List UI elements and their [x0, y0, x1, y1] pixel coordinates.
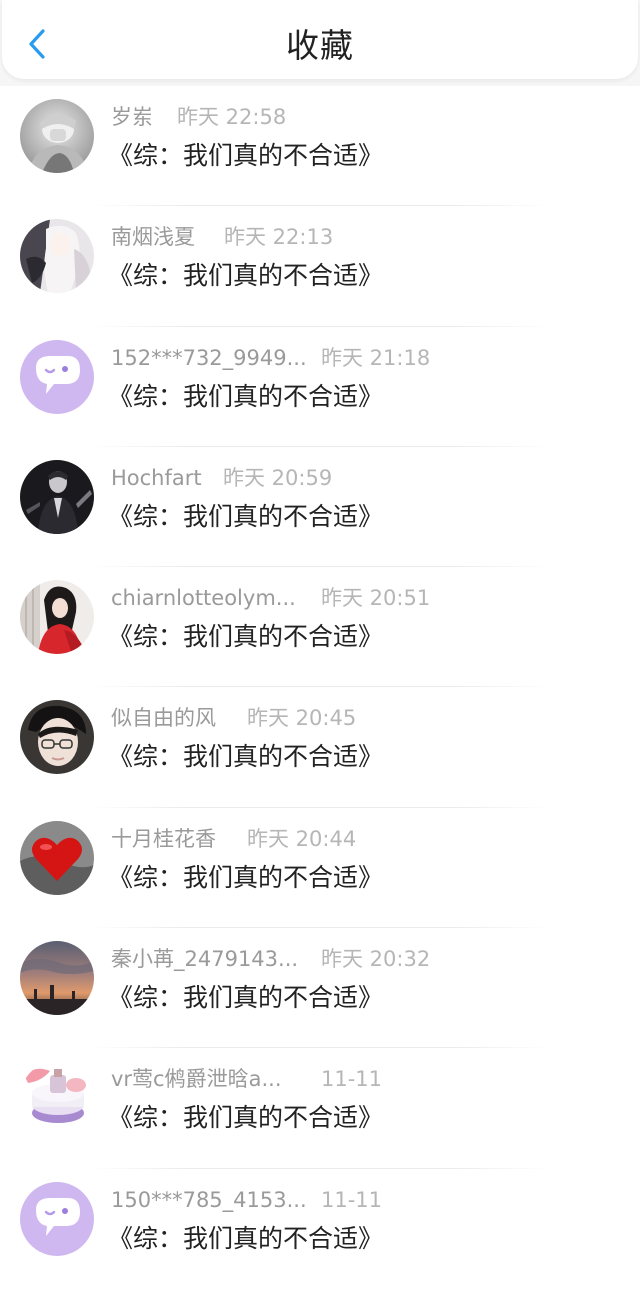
- list-item[interactable]: 南烟浅夏 昨天 22:13 《综：我们真的不合适》: [0, 206, 640, 327]
- user-name[interactable]: Hochfart: [111, 463, 202, 493]
- item-meta: 秦小苒_2479143... 昨天 20:32: [111, 944, 430, 974]
- avatar[interactable]: [20, 219, 94, 294]
- list-item[interactable]: 秦小苒_2479143... 昨天 20:32 《综：我们真的不合适》: [0, 928, 640, 1049]
- list-item[interactable]: chiarnlotteolym... 昨天 20:51 《综：我们真的不合适》: [0, 567, 640, 688]
- user-name[interactable]: 南烟浅夏: [111, 222, 195, 252]
- item-meta: Hochfart 昨天 20:59: [111, 463, 332, 493]
- user-name[interactable]: 152***732_9949...: [111, 343, 307, 373]
- avatar[interactable]: [20, 99, 94, 173]
- user-name[interactable]: 150***785_4153...: [111, 1185, 307, 1215]
- list-item[interactable]: 岁岽 昨天 22:58 《综：我们真的不合适》: [0, 86, 640, 207]
- user-name[interactable]: 似自由的风: [111, 703, 216, 733]
- book-title[interactable]: 《综：我们真的不合适》: [108, 739, 383, 775]
- timestamp: 昨天 22:58: [177, 105, 287, 129]
- favorites-list: 岁岽 昨天 22:58 《综：我们真的不合适》 南烟浅夏 昨天 22:13 《综：我…: [0, 86, 640, 1289]
- list-item[interactable]: 似自由的风 昨天 20:45 《综：我们真的不合适》: [0, 687, 640, 808]
- item-meta: 152***732_9949... 昨天 21:18: [111, 343, 430, 373]
- avatar[interactable]: [20, 1181, 94, 1256]
- timestamp: 昨天 20:45: [247, 706, 357, 731]
- timestamp: 11-11: [321, 1187, 383, 1212]
- book-title[interactable]: 《综：我们真的不合适》: [108, 860, 383, 896]
- item-meta: 似自由的风 昨天 20:45: [111, 703, 356, 733]
- list-item[interactable]: 152***732_9949... 昨天 21:18 《综：我们真的不合适》: [0, 327, 640, 447]
- top-bar: 收藏: [2, 0, 638, 79]
- user-name[interactable]: 秦小苒_2479143...: [111, 944, 298, 974]
- user-name[interactable]: vr莺c鸺爵泄晗a...: [111, 1064, 282, 1094]
- item-meta: chiarnlotteolym... 昨天 20:51: [111, 583, 430, 613]
- item-meta: 十月桂花香 昨天 20:44: [111, 824, 356, 854]
- book-title[interactable]: 《综：我们真的不合适》: [108, 1221, 383, 1257]
- item-meta: vr莺c鸺爵泄晗a... 11-11: [111, 1064, 382, 1094]
- avatar[interactable]: [20, 580, 94, 655]
- avatar[interactable]: [20, 941, 94, 1016]
- user-name[interactable]: chiarnlotteolym...: [111, 583, 296, 613]
- user-name[interactable]: 岁岽: [111, 102, 153, 132]
- list-item[interactable]: vr莺c鸺爵泄晗a... 11-11 《综：我们真的不合适》: [0, 1048, 640, 1169]
- book-title[interactable]: 《综：我们真的不合适》: [108, 619, 383, 655]
- timestamp: 昨天 20:44: [247, 826, 357, 851]
- timestamp: 11-11: [321, 1067, 383, 1092]
- item-meta: 南烟浅夏 昨天 22:13: [111, 222, 333, 252]
- avatar[interactable]: [20, 1061, 94, 1136]
- book-title[interactable]: 《综：我们真的不合适》: [108, 1100, 383, 1136]
- avatar[interactable]: [20, 339, 94, 414]
- list-item[interactable]: Hochfart 昨天 20:59 《综：我们真的不合适》: [0, 447, 640, 568]
- list-item[interactable]: 150***785_4153... 11-11 《综：我们真的不合适》: [0, 1169, 640, 1289]
- avatar[interactable]: [20, 459, 94, 534]
- book-title[interactable]: 《综：我们真的不合适》: [108, 258, 383, 294]
- item-meta: 150***785_4153... 11-11: [111, 1185, 382, 1215]
- book-title[interactable]: 《综：我们真的不合适》: [108, 980, 383, 1016]
- timestamp: 昨天 20:32: [321, 947, 431, 972]
- page-title: 收藏: [286, 26, 354, 65]
- timestamp: 昨天 20:59: [223, 465, 333, 490]
- timestamp: 昨天 22:13: [224, 225, 334, 250]
- book-title[interactable]: 《综：我们真的不合适》: [108, 379, 383, 415]
- book-title[interactable]: 《综：我们真的不合适》: [108, 138, 383, 174]
- avatar[interactable]: [20, 820, 94, 895]
- avatar[interactable]: [20, 700, 94, 775]
- list-item[interactable]: 十月桂花香 昨天 20:44 《综：我们真的不合适》: [0, 808, 640, 929]
- item-meta: 岁岽 昨天 22:58: [111, 102, 286, 132]
- user-name[interactable]: 十月桂花香: [111, 824, 216, 854]
- timestamp: 昨天 21:18: [321, 345, 431, 370]
- timestamp: 昨天 20:51: [321, 586, 431, 611]
- book-title[interactable]: 《综：我们真的不合适》: [108, 499, 383, 535]
